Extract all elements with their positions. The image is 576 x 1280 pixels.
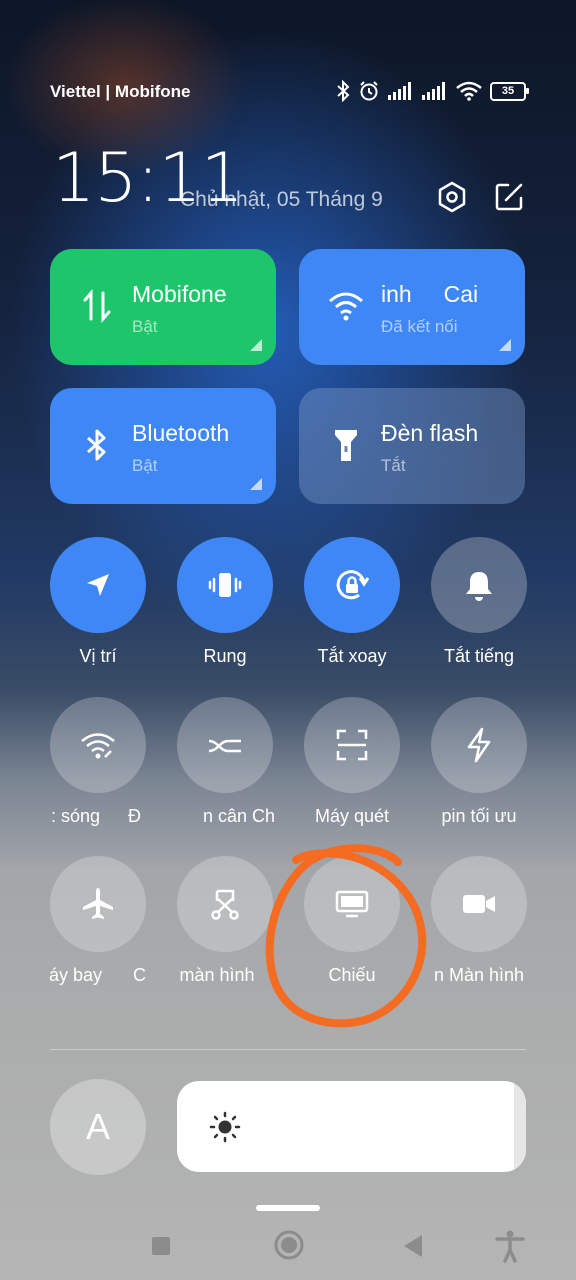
tile-title: Bluetooth (132, 420, 230, 446)
expand-corner-icon[interactable] (250, 478, 262, 490)
toggle-balance[interactable] (177, 697, 273, 793)
toggle-airplane[interactable] (50, 856, 146, 952)
toggle-location[interactable] (50, 537, 146, 633)
toggle-hotspot[interactable] (50, 697, 146, 793)
tile-subtitle: Bật (132, 317, 158, 336)
tile-subtitle: Bật (132, 456, 158, 475)
location-icon (87, 574, 109, 596)
wifi-hotspot-icon (81, 733, 115, 759)
tile-title: inh Cai (381, 281, 479, 307)
signal-icon (422, 82, 445, 100)
slider-track-end (514, 1081, 526, 1172)
data-transfer-icon (83, 288, 111, 324)
toggle-label: màn hình (179, 965, 255, 985)
toggle-label: : sóng (50, 806, 100, 826)
toggle-screenshot[interactable] (177, 856, 273, 952)
recents-square-icon[interactable] (150, 1235, 172, 1257)
tile-subtitle: Tắt (381, 456, 406, 475)
toggle-label: Máy quét (314, 806, 390, 826)
toggle-rotation-lock[interactable] (304, 537, 400, 633)
tile-subtitle: Đã kết nối (381, 317, 458, 336)
tile-wifi[interactable]: inh Cai Đã kết nối (299, 249, 525, 365)
expand-corner-icon[interactable] (250, 339, 262, 351)
edit-icon[interactable] (492, 180, 526, 214)
tile-title: Mobifone (132, 281, 227, 307)
drag-handle[interactable] (256, 1205, 320, 1211)
flashlight-icon (335, 430, 357, 461)
toggle-label-fragment: Đ (128, 806, 141, 826)
divider (50, 1049, 526, 1050)
sun-icon (209, 1111, 241, 1143)
toggle-label-fragment: Ch (252, 806, 276, 826)
wifi-icon (456, 81, 482, 101)
expand-corner-icon[interactable] (499, 339, 511, 351)
airplane-icon (83, 888, 113, 919)
cast-screen-icon (335, 890, 369, 918)
toggle-label: pin tối ưu (441, 806, 517, 826)
home-circle-icon[interactable] (273, 1229, 305, 1261)
toggle-label: Tắt tiếng (443, 646, 515, 666)
carrier-label: Viettel | Mobifone (50, 82, 191, 101)
toggle-label-fragment: C (133, 965, 146, 985)
screen-record-icon (463, 895, 495, 913)
screenshot-icon (211, 889, 239, 920)
date-label: Chủ nhật, 05 Tháng 9 (180, 188, 383, 211)
toggle-screen-record[interactable] (431, 856, 527, 952)
toggle-label: Rung (203, 646, 247, 666)
scanner-icon (336, 729, 368, 761)
toggle-label: Tắt xoay (317, 646, 387, 666)
toggle-label: Vị trí (79, 646, 117, 666)
toggle-scanner[interactable] (304, 697, 400, 793)
toggle-cast[interactable] (304, 856, 400, 952)
status-icons: 35 (336, 80, 529, 102)
wifi-icon (329, 292, 363, 321)
auto-brightness-button[interactable]: A (50, 1079, 146, 1175)
back-triangle-icon[interactable] (401, 1233, 425, 1259)
status-bar: Viettel | Mobifone 35 (50, 80, 529, 104)
tile-mobile-data[interactable]: Mobifone Bật (50, 249, 276, 365)
battery-icon: 35 (490, 81, 529, 101)
signal-icon (388, 82, 411, 100)
toggle-vibrate[interactable] (177, 537, 273, 633)
toggle-battery-saver[interactable] (431, 697, 527, 793)
lightning-icon (467, 727, 491, 763)
toggle-silent[interactable] (431, 537, 527, 633)
bluetooth-icon (337, 80, 350, 102)
vibrate-icon (208, 573, 242, 597)
toggle-label: Chiếu (328, 965, 376, 985)
tile-title: Đèn flash (381, 420, 479, 446)
balance-icon (208, 739, 241, 753)
accessibility-icon[interactable] (495, 1229, 525, 1263)
rotation-lock-icon (336, 570, 370, 600)
tile-flashlight[interactable]: Đèn flash Tắt (299, 388, 525, 504)
settings-hexagon-icon[interactable] (435, 180, 469, 214)
alarm-icon (360, 81, 378, 101)
brightness-slider[interactable] (177, 1081, 526, 1172)
bell-icon (466, 572, 492, 601)
toggle-label: n Màn hình (433, 965, 525, 985)
tile-bluetooth[interactable]: Bluetooth Bật (50, 388, 276, 504)
toggle-label: áy bay (48, 965, 102, 985)
bluetooth-icon (87, 429, 106, 461)
